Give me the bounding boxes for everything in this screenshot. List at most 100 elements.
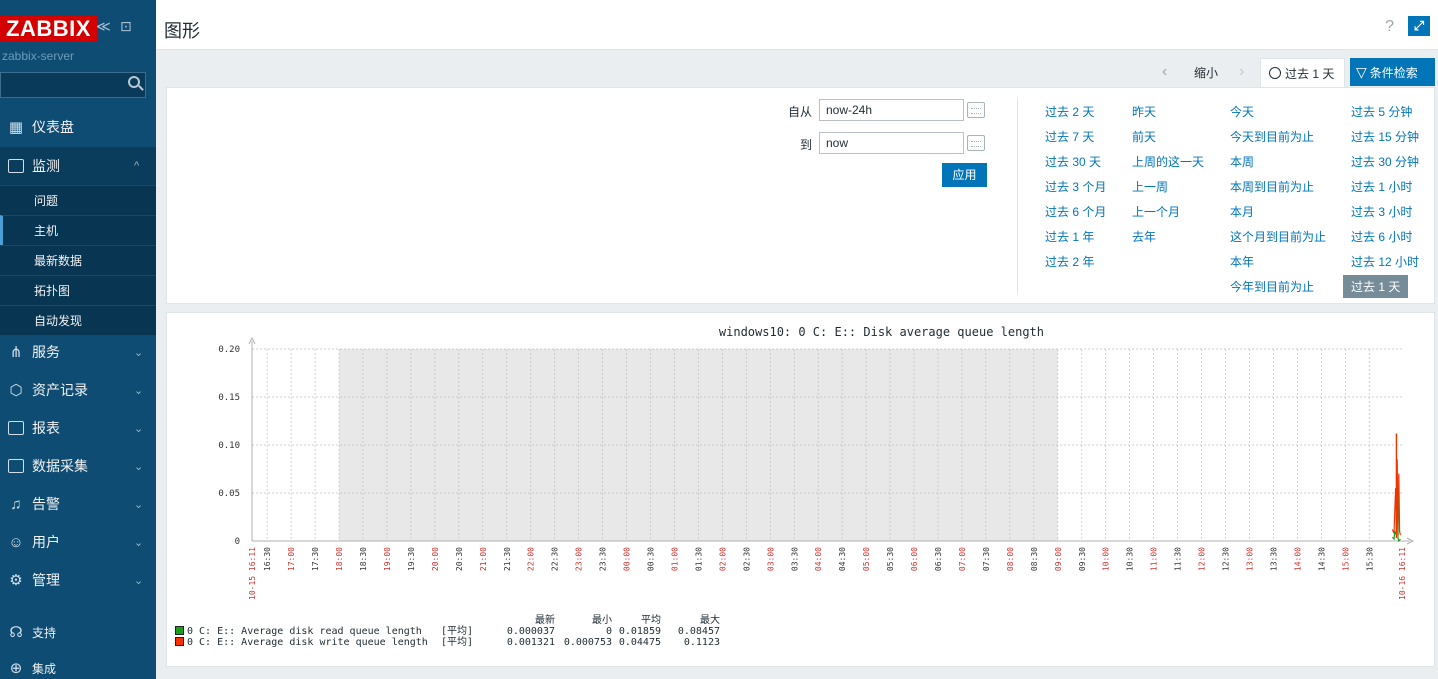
quick-range-link[interactable]: 本月: [1230, 203, 1254, 220]
quick-range-link[interactable]: 过去 2 天: [1045, 103, 1094, 120]
menu-alerts[interactable]: ♫ 告警 ⌄: [0, 485, 156, 523]
tab-time-period[interactable]: 过去 1 天: [1260, 58, 1345, 87]
from-input[interactable]: now-24h: [819, 99, 964, 121]
quick-range-link[interactable]: 去年: [1132, 228, 1156, 245]
menu-users[interactable]: ☺ 用户 ⌄: [0, 523, 156, 561]
x-tick-label: 05:00: [862, 547, 871, 571]
sidebar-search-input[interactable]: [0, 72, 146, 98]
x-tick-label: 06:30: [934, 547, 943, 571]
submenu-problems[interactable]: 问题: [0, 185, 156, 215]
search-icon[interactable]: [128, 76, 140, 88]
chevron-down-icon: ⌄: [134, 384, 144, 397]
submenu-discovery[interactable]: 自动发现: [0, 305, 156, 335]
x-tick-label: 20:30: [455, 547, 464, 571]
quick-range-link[interactable]: 过去 30 分钟: [1351, 153, 1419, 170]
to-input[interactable]: now: [819, 132, 964, 154]
dashboard-icon: ▦: [8, 119, 24, 136]
x-tick-label: 10-16 16:11: [1398, 547, 1407, 600]
zoom-out-button[interactable]: 缩小: [1194, 58, 1218, 86]
menu-dashboard[interactable]: ▦ 仪表盘: [0, 108, 156, 146]
x-tick-label: 05:30: [886, 547, 895, 571]
chevron-left-icon[interactable]: ‹: [1162, 58, 1167, 86]
menu-data-collection[interactable]: 数据采集 ⌄: [0, 447, 156, 485]
reports-icon: [0, 421, 32, 435]
menu-integrations[interactable]: ⊕ 集成: [0, 649, 156, 679]
quick-range-link[interactable]: 过去 5 分钟: [1351, 103, 1412, 120]
menu-support[interactable]: ☊ 支持: [0, 613, 156, 651]
x-tick-label: 22:30: [551, 547, 560, 571]
help-button[interactable]: ?: [1385, 18, 1394, 36]
calendar-icon[interactable]: [967, 135, 985, 151]
quick-range-link[interactable]: 过去 1 小时: [1351, 178, 1412, 195]
quick-range-link[interactable]: 过去 12 小时: [1351, 253, 1419, 270]
y-tick-label: 0.10: [218, 441, 240, 451]
users-icon: ☺: [8, 533, 24, 551]
submenu-hosts[interactable]: 主机: [0, 215, 156, 245]
x-tick-label: 11:00: [1150, 547, 1159, 571]
x-tick-label: 16:30: [263, 547, 272, 571]
zabbix-logo[interactable]: ZABBIX: [0, 16, 97, 42]
quick-range-link[interactable]: 过去 3 个月: [1045, 178, 1106, 195]
calendar-icon[interactable]: [967, 102, 985, 118]
x-tick-label: 18:30: [359, 547, 368, 571]
quick-range-link[interactable]: 前天: [1132, 128, 1156, 145]
quick-range-link[interactable]: 本周到目前为止: [1230, 178, 1314, 195]
quick-range-link[interactable]: 上一周: [1132, 178, 1168, 195]
quick-range-link[interactable]: 今年到目前为止: [1230, 278, 1314, 295]
menu-reports[interactable]: 报表 ⌄: [0, 409, 156, 447]
collapse-sidebar-icon[interactable]: ≪: [96, 18, 111, 35]
legend-swatch: [175, 626, 184, 635]
quick-range-link[interactable]: 上一个月: [1132, 203, 1180, 220]
x-tick-label: 21:00: [479, 547, 488, 571]
x-tick-label: 04:30: [838, 547, 847, 571]
legend-series-name: 0 C: E:: Average disk write queue length: [187, 637, 428, 648]
chevron-down-icon: ⌄: [134, 422, 144, 435]
support-icon: ☊: [9, 624, 23, 641]
submenu-latest-data[interactable]: 最新数据: [0, 245, 156, 275]
menu-inventory[interactable]: ⬡ 资产记录 ⌄: [0, 371, 156, 409]
inventory-icon: ⬡: [9, 382, 23, 399]
filter-icon: ▽: [1356, 63, 1367, 80]
menu-services[interactable]: ⋔ 服务 ⌄: [0, 333, 156, 371]
quick-range-link[interactable]: 昨天: [1132, 103, 1156, 120]
quick-range-link[interactable]: 今天: [1230, 103, 1254, 120]
quick-range-link[interactable]: 过去 1 年: [1045, 228, 1094, 245]
to-label: 到: [799, 138, 812, 152]
menu-monitoring[interactable]: 监测 ^: [0, 147, 156, 185]
quick-range-link[interactable]: 过去 6 小时: [1351, 228, 1412, 245]
quick-range-link[interactable]: 过去 30 天: [1045, 153, 1101, 170]
quick-range-link[interactable]: 过去 7 天: [1045, 128, 1094, 145]
x-tick-label: 04:00: [814, 547, 823, 571]
quick-range-link[interactable]: 上周的这一天: [1132, 153, 1204, 170]
tab-filter[interactable]: ▽ 条件检索: [1350, 58, 1435, 86]
quick-range-link[interactable]: 过去 15 分钟: [1351, 128, 1419, 145]
legend-header: 最新 最小 平均 最大: [175, 615, 720, 626]
legend-value-last: 0.000037: [506, 626, 555, 637]
chevron-down-icon: ⌄: [134, 536, 144, 549]
quick-range-link[interactable]: 今天到目前为止: [1230, 128, 1314, 145]
quick-range-link[interactable]: 过去 2 年: [1045, 253, 1094, 270]
kiosk-mode-button[interactable]: ⤢: [1408, 16, 1430, 36]
y-tick-label: 0: [235, 537, 240, 547]
graph-panel: windows10: 0 C: E:: Disk average queue l…: [166, 312, 1435, 667]
apply-button[interactable]: 应用: [942, 163, 987, 187]
chevron-up-icon: ^: [134, 160, 140, 172]
x-tick-label: 03:30: [790, 547, 799, 571]
menu-administration[interactable]: ⚙ 管理 ⌄: [0, 561, 156, 599]
chevron-right-icon[interactable]: ›: [1239, 58, 1244, 86]
quick-range-link[interactable]: 过去 1 天: [1343, 275, 1409, 298]
submenu-maps[interactable]: 拓扑图: [0, 275, 156, 305]
x-tick-label: 23:00: [575, 547, 584, 571]
hide-sidebar-icon[interactable]: ⊡: [120, 18, 132, 35]
quick-range-link[interactable]: 本周: [1230, 153, 1254, 170]
quick-range-link[interactable]: 过去 3 小时: [1351, 203, 1412, 220]
fullscreen-icon: ⤢: [1413, 18, 1425, 33]
legend-value-avg: 0.04475: [618, 637, 661, 648]
quick-range-link[interactable]: 这个月到目前为止: [1230, 228, 1326, 245]
quick-range-link[interactable]: 本年: [1230, 253, 1254, 270]
legend-function: [平均]: [441, 626, 474, 637]
administration-icon: ⚙: [9, 572, 23, 589]
x-tick-label: 14:30: [1317, 547, 1326, 571]
quick-range-link[interactable]: 过去 6 个月: [1045, 203, 1106, 220]
x-tick-label: 07:00: [958, 547, 967, 571]
